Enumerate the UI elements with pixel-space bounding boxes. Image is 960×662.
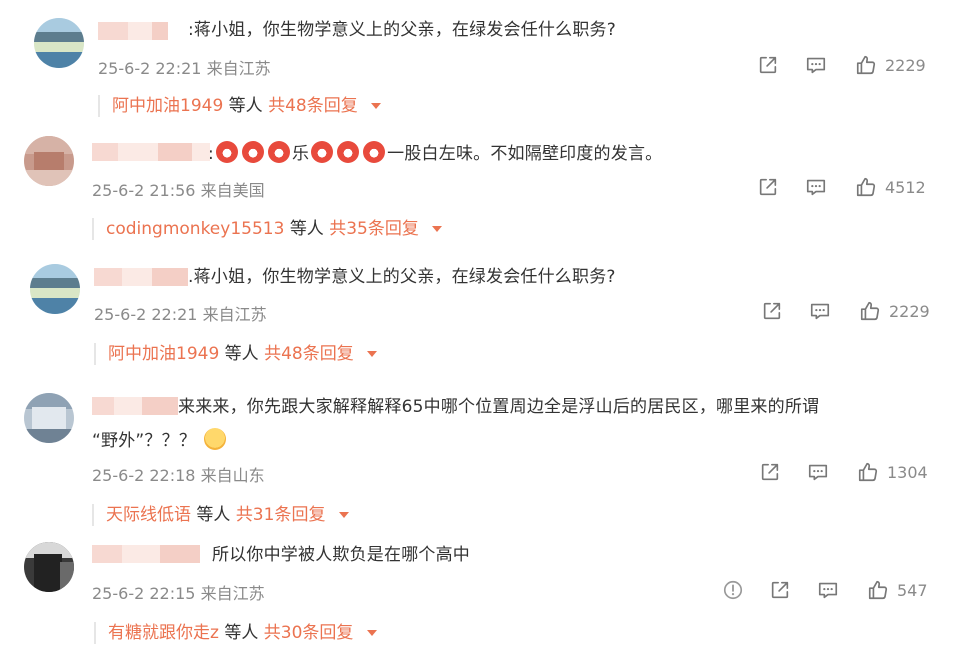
comment-time: 25-6-2 22:18: [92, 466, 196, 485]
like-count: 1304: [887, 462, 928, 482]
comment-actions: 2229: [757, 54, 926, 76]
emoji-icon: [215, 141, 238, 163]
smile-emoji-icon: [203, 428, 226, 450]
comment-text: .蒋小姐，你生物学意义上的父亲，在绿发会任什么职务?: [188, 267, 616, 287]
comment-meta: 25-6-2 22:21 来自江苏: [98, 55, 271, 79]
emoji-icon: [337, 141, 360, 163]
comment-text: :蒋小姐，你生物学意义上的父亲，在绿发会任什么职务?: [188, 20, 616, 40]
user-avatar[interactable]: [24, 393, 74, 443]
like-icon[interactable]: [857, 461, 879, 483]
like-count: 2229: [889, 301, 930, 321]
reply-count-link[interactable]: 共48条回复: [268, 96, 358, 116]
reply-and-text: 等人: [228, 96, 263, 116]
username-blurred[interactable]: [92, 545, 200, 563]
comment-actions: 2229: [761, 300, 930, 322]
comment-text: : 乐一股白左味。不如隔壁印度的发言。: [208, 138, 662, 171]
share-icon[interactable]: [769, 579, 791, 601]
share-icon[interactable]: [757, 176, 779, 198]
dropdown-caret-icon[interactable]: [338, 512, 349, 518]
user-avatar[interactable]: [24, 136, 74, 186]
comment-icon[interactable]: [809, 300, 831, 322]
reply-user-link[interactable]: 阿中加油1949: [112, 96, 223, 116]
username-blurred[interactable]: [98, 22, 168, 40]
reply-user-link[interactable]: 有糖就跟你走z: [108, 623, 219, 643]
dropdown-caret-icon[interactable]: [367, 351, 378, 357]
like-icon[interactable]: [867, 579, 889, 601]
comment-meta: 25-6-2 22:21 来自江苏: [94, 301, 267, 325]
dropdown-caret-icon[interactable]: [432, 226, 443, 232]
reply-user-link[interactable]: 阿中加油1949: [108, 344, 219, 364]
emoji-icon: [311, 141, 334, 163]
comment-icon[interactable]: [807, 461, 829, 483]
dropdown-caret-icon[interactable]: [366, 630, 377, 636]
comment-actions: 4512: [757, 176, 926, 198]
like-icon[interactable]: [859, 300, 881, 322]
report-icon[interactable]: [722, 579, 744, 601]
emoji-icon: [267, 141, 290, 163]
comment-meta: 25-6-2 22:15 来自江苏: [92, 580, 265, 604]
reply-user-link[interactable]: 天际线低语: [106, 505, 191, 525]
username-blurred[interactable]: [92, 397, 178, 415]
reply-summary[interactable]: 有糖就跟你走z 等人 共30条回复: [94, 622, 377, 644]
comment-actions: 547: [722, 579, 928, 601]
comment-icon[interactable]: [817, 579, 839, 601]
share-icon[interactable]: [761, 300, 783, 322]
reply-and-text: 等人: [224, 623, 259, 643]
username-blurred[interactable]: [94, 268, 188, 286]
like-icon[interactable]: [855, 54, 877, 76]
reply-count-link[interactable]: 共31条回复: [236, 505, 326, 525]
share-icon[interactable]: [759, 461, 781, 483]
reply-count-link[interactable]: 共30条回复: [264, 623, 354, 643]
comment-time: 25-6-2 21:56: [92, 181, 196, 200]
reply-summary[interactable]: 阿中加油1949 等人 共48条回复: [98, 95, 382, 117]
comment-meta: 25-6-2 22:18 来自山东: [92, 462, 265, 486]
reply-summary[interactable]: 阿中加油1949 等人 共48条回复: [94, 343, 378, 365]
comment-location: 来自山东: [200, 466, 265, 485]
reply-summary[interactable]: 天际线低语 等人 共31条回复: [92, 504, 349, 526]
like-icon[interactable]: [855, 176, 877, 198]
reply-user-link[interactable]: codingmonkey15513: [106, 219, 284, 239]
comment-time: 25-6-2 22:21: [98, 59, 202, 78]
emoji-icon: [241, 141, 264, 163]
user-avatar[interactable]: [30, 264, 80, 314]
user-avatar[interactable]: [24, 542, 74, 592]
comment-meta: 25-6-2 21:56 来自美国: [92, 177, 265, 201]
comment-location: 来自江苏: [206, 59, 271, 78]
reply-count-link[interactable]: 共48条回复: [264, 344, 354, 364]
dropdown-caret-icon[interactable]: [371, 103, 382, 109]
username-blurred[interactable]: [92, 143, 210, 161]
comment-location: 来自江苏: [202, 305, 267, 324]
reply-summary[interactable]: codingmonkey15513 等人 共35条回复: [92, 218, 443, 240]
reply-and-text: 等人: [289, 219, 324, 239]
comment-icon[interactable]: [805, 176, 827, 198]
comment-text-line-1: 来来来，你先跟大家解释解释65中哪个位置周边全是浮山后的居民区，哪里来的所谓: [178, 397, 820, 417]
reply-count-link[interactable]: 共35条回复: [329, 219, 419, 239]
comment-time: 25-6-2 22:15: [92, 584, 196, 603]
comment-text-line-2: “野外”？？？: [92, 425, 228, 458]
like-count: 4512: [885, 177, 926, 197]
comment-icon[interactable]: [805, 54, 827, 76]
user-avatar[interactable]: [34, 18, 84, 68]
comment-time: 25-6-2 22:21: [94, 305, 198, 324]
comment-location: 来自美国: [200, 181, 265, 200]
like-count: 547: [897, 580, 928, 600]
like-count: 2229: [885, 55, 926, 75]
comment-actions: 1304: [759, 461, 928, 483]
comment-location: 来自江苏: [200, 584, 265, 603]
reply-and-text: 等人: [196, 505, 231, 525]
reply-and-text: 等人: [224, 344, 259, 364]
emoji-icon: [363, 141, 386, 163]
comment-text: 所以你中学被人欺负是在哪个高中: [212, 545, 470, 565]
share-icon[interactable]: [757, 54, 779, 76]
